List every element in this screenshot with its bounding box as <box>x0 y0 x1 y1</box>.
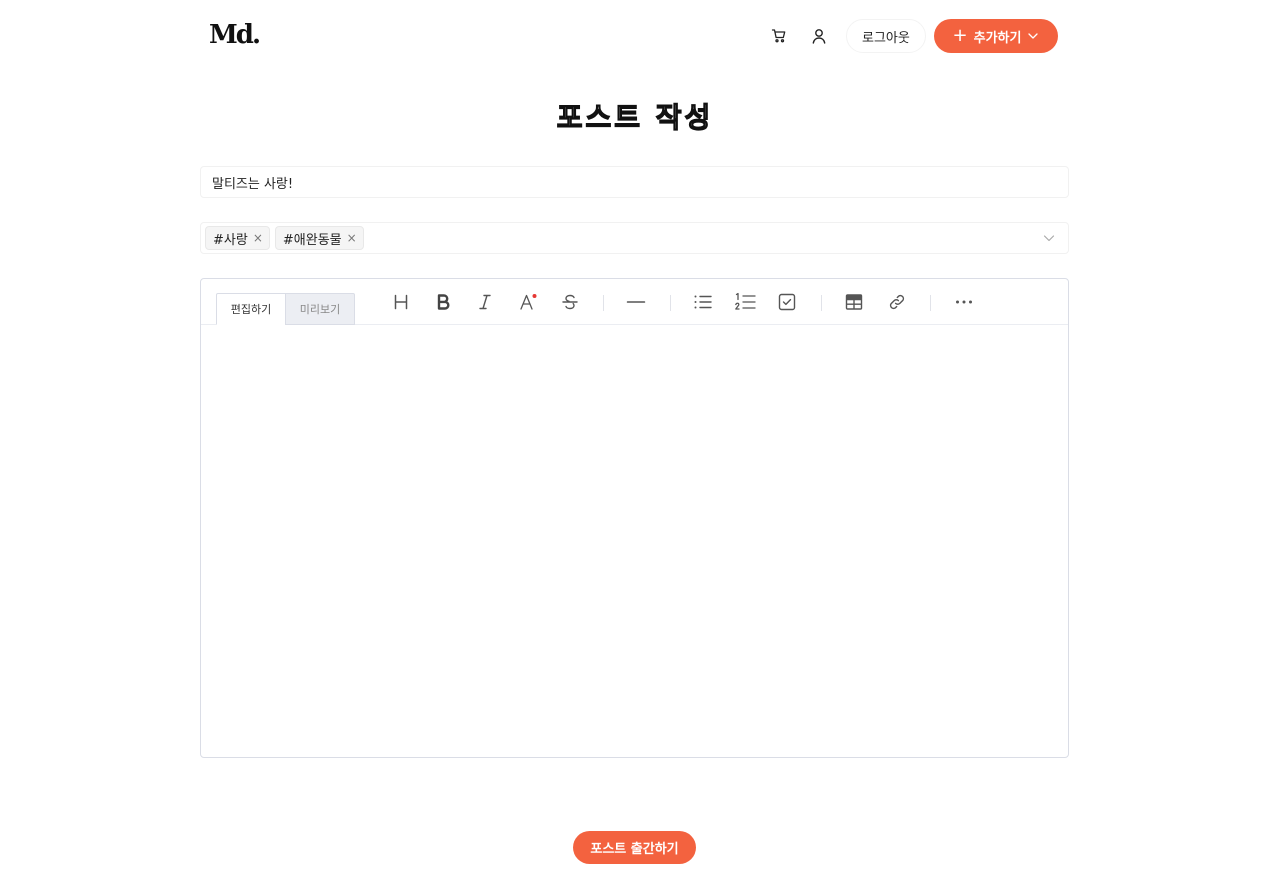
toolbar-divider <box>670 295 671 311</box>
horizontal-line-button[interactable] <box>622 288 650 316</box>
table-icon <box>845 294 863 310</box>
chevron-down-icon[interactable] <box>1042 231 1056 245</box>
link-button[interactable] <box>883 288 911 316</box>
bold-button[interactable] <box>429 288 457 316</box>
logout-button[interactable]: 로그아웃 <box>846 19 926 53</box>
markdown-editor: 편집하기 미리보기 <box>200 278 1069 758</box>
ordered-list-icon <box>735 292 756 310</box>
remove-tag-icon[interactable]: × <box>253 231 263 245</box>
remove-tag-icon[interactable]: × <box>347 231 357 245</box>
cart-button[interactable] <box>761 18 797 54</box>
italic-icon <box>479 294 491 310</box>
user-icon <box>812 29 826 44</box>
chevron-down-icon <box>1028 33 1039 39</box>
post-title-input[interactable] <box>200 166 1069 198</box>
tab-edit[interactable]: 편집하기 <box>216 293 286 325</box>
tags-select[interactable]: #사랑 × #애완동물 × <box>200 222 1069 254</box>
italic-button[interactable] <box>471 288 499 316</box>
task-list-icon <box>778 293 796 311</box>
publish-post-button[interactable]: 포스트 출간하기 <box>573 831 696 864</box>
heading-icon <box>394 294 408 310</box>
text-color-icon <box>520 294 537 310</box>
horizontal-line-icon <box>626 301 646 303</box>
tab-preview[interactable]: 미리보기 <box>285 293 355 325</box>
tag-label: #사랑 <box>213 232 248 248</box>
more-icon <box>956 300 972 304</box>
tag-label: #애완동물 <box>282 232 342 248</box>
task-list-button[interactable] <box>773 288 801 316</box>
editor-content-area[interactable] <box>201 325 1068 757</box>
add-button-label: 추가하기 <box>973 30 1022 46</box>
strikethrough-button[interactable] <box>556 288 584 316</box>
toolbar-divider <box>930 295 931 311</box>
link-icon <box>889 294 905 310</box>
page-title: 포스트 작성 <box>556 100 714 134</box>
user-button[interactable] <box>801 18 837 54</box>
logo[interactable]: Md. <box>209 20 261 50</box>
tag-chip: #애완동물 × <box>274 226 364 250</box>
toolbar-divider <box>821 295 822 311</box>
plus-icon: + <box>952 25 968 46</box>
table-button[interactable] <box>840 288 868 316</box>
toolbar-divider <box>603 295 604 311</box>
tag-chip: #사랑 × <box>205 226 270 250</box>
shopping-cart-icon <box>771 29 786 43</box>
heading-button[interactable] <box>387 288 415 316</box>
bullet-list-icon <box>694 295 712 309</box>
editor-toolbar: 편집하기 미리보기 <box>201 279 1068 325</box>
add-button[interactable]: + 추가하기 <box>934 19 1058 53</box>
header: Md. 로그아웃 + 추가하기 <box>0 0 1270 72</box>
ordered-list-button[interactable] <box>731 288 759 316</box>
bold-icon <box>437 294 450 310</box>
bullet-list-button[interactable] <box>689 288 717 316</box>
more-button[interactable] <box>950 288 978 316</box>
strikethrough-icon <box>562 294 578 310</box>
text-color-button[interactable] <box>514 288 542 316</box>
